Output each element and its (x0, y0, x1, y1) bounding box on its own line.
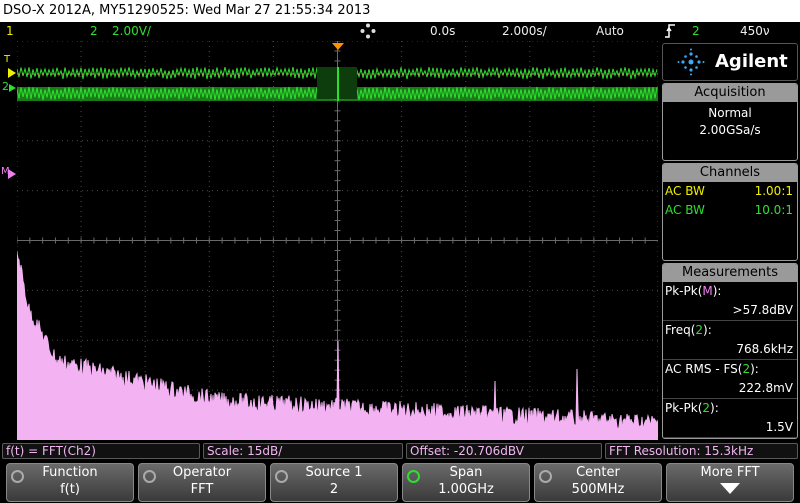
time-delay[interactable]: 0.0s (430, 22, 455, 41)
measurement-value: 222.8mV (738, 381, 793, 395)
measurement-value: >57.8dBV (732, 303, 793, 317)
measurement-item[interactable]: Pk-Pk(2): 1.5V (663, 399, 797, 438)
softkey-label: Center (576, 465, 620, 480)
title-text: DSO-X 2012A, MY51290525: Wed Mar 27 21:5… (3, 3, 371, 18)
ch2-marker-arrow-icon (9, 84, 16, 92)
channel-marker-column: T 2 M (0, 41, 17, 440)
ch2-label[interactable]: 2 (90, 22, 98, 41)
softkey-more-fft[interactable]: More FFT (666, 463, 794, 502)
channel-row[interactable]: AC BW 1.00:1 (663, 182, 797, 201)
math-function-label[interactable]: f(t) = FFT(Ch2) (2, 443, 200, 459)
channels-title: Channels (663, 164, 797, 182)
softkey-label: Operator (172, 465, 232, 480)
channels-panel[interactable]: Channels AC BW 1.00:1 AC BW 10.0:1 (662, 163, 798, 261)
channel-coupling: AC BW (665, 184, 705, 198)
entry-knob-active-icon (407, 470, 420, 483)
softkey-label: Source 1 (305, 465, 363, 480)
entry-knob-icon (11, 470, 24, 483)
waveform-display[interactable] (16, 40, 659, 441)
agilent-spark-logo (677, 48, 705, 76)
softkey-bar: Function f(t) Operator FFT Source 1 2 Span 1.00… (0, 461, 800, 503)
measurement-label: Freq(2): (665, 323, 712, 337)
softkey-operator[interactable]: Operator FFT (138, 463, 266, 502)
measurement-item[interactable]: Freq(2): 768.6kHz (663, 321, 797, 360)
ch2-scale[interactable]: 2.00V/ (112, 22, 151, 41)
softkey-label: Span (449, 465, 483, 480)
entry-knob-icon (539, 470, 552, 483)
channel-probe-ratio: 1.00:1 (754, 184, 793, 198)
down-arrow-icon (720, 483, 740, 494)
entry-knob-icon (275, 470, 288, 483)
side-panel: Agilent Acquisition Normal 2.00GSa/s Cha… (660, 41, 800, 440)
softkey-span[interactable]: Span 1.00GHz (402, 463, 530, 502)
trigger-level[interactable]: 450ν (740, 22, 770, 41)
channel-coupling: AC BW (665, 203, 705, 217)
measurement-label: Pk-Pk(M): (665, 284, 722, 298)
math-marker-arrow-icon (8, 169, 16, 179)
acquisition-rate: 2.00GSa/s (699, 123, 761, 137)
time-scale[interactable]: 2.000s/ (502, 22, 547, 41)
softkey-label: Function (42, 465, 98, 480)
channel-probe-ratio: 10.0:1 (754, 203, 793, 217)
math-offset-label[interactable]: Offset: -20.706dBV (406, 443, 602, 459)
status-bar: 1 2 2.00V/ 0.0s 2.000s/ Auto 2 450ν (0, 22, 800, 41)
math-info-bar: f(t) = FFT(Ch2) Scale: 15dB/ Offset: -20… (0, 441, 800, 461)
softkey-value: 1.00GHz (438, 482, 494, 497)
measurement-item[interactable]: Pk-Pk(M): >57.8dBV (663, 282, 797, 321)
ch1-label[interactable]: 1 (6, 22, 14, 41)
math-scale-label[interactable]: Scale: 15dB/ (203, 443, 403, 459)
graticule (16, 40, 659, 441)
brand-panel: Agilent (662, 43, 798, 81)
softkey-source-1[interactable]: Source 1 2 (270, 463, 398, 502)
measurements-panel[interactable]: Measurements Pk-Pk(M): >57.8dBV Freq(2): 76… (662, 263, 798, 439)
channel-row[interactable]: AC BW 10.0:1 (663, 201, 797, 220)
trigger-position-marker[interactable] (332, 43, 344, 50)
softkey-center[interactable]: Center 500MHz (534, 463, 662, 502)
trigger-source[interactable]: 2 (692, 22, 700, 41)
softkey-value: f(t) (60, 482, 80, 497)
channels-list: AC BW 1.00:1 AC BW 10.0:1 (663, 182, 797, 220)
acquisition-panel[interactable]: Acquisition Normal 2.00GSa/s (662, 83, 798, 161)
ch1-marker-arrow-icon[interactable] (8, 68, 16, 78)
softkey-function[interactable]: Function f(t) (6, 463, 134, 502)
trigger-level-marker[interactable]: T (4, 55, 10, 65)
brand-name: Agilent (715, 51, 788, 72)
measurement-value: 768.6kHz (736, 342, 793, 356)
trigger-mode[interactable]: Auto (596, 22, 624, 41)
acquisition-mode: Normal (708, 106, 752, 120)
measurement-item[interactable]: AC RMS - FS(2): 222.8mV (663, 360, 797, 399)
entry-knob-icon (143, 470, 156, 483)
softkey-value: 2 (329, 482, 339, 497)
softkey-label: More FFT (700, 465, 760, 480)
fft-resolution-label: FFT Resolution: 15.3kHz (605, 443, 798, 459)
title-bar: DSO-X 2012A, MY51290525: Wed Mar 27 21:5… (0, 0, 800, 22)
softkey-value: 500MHz (571, 482, 625, 497)
measurement-label: Pk-Pk(2): (665, 401, 719, 415)
softkey-value: FFT (190, 482, 214, 497)
measurements-list: Pk-Pk(M): >57.8dBV Freq(2): 768.6kHz AC RMS … (663, 282, 797, 438)
measurement-label: AC RMS - FS(2): (665, 362, 759, 376)
measurement-value: 1.5V (765, 420, 793, 434)
measurements-title: Measurements (663, 264, 797, 282)
acquisition-title: Acquisition (663, 84, 797, 102)
